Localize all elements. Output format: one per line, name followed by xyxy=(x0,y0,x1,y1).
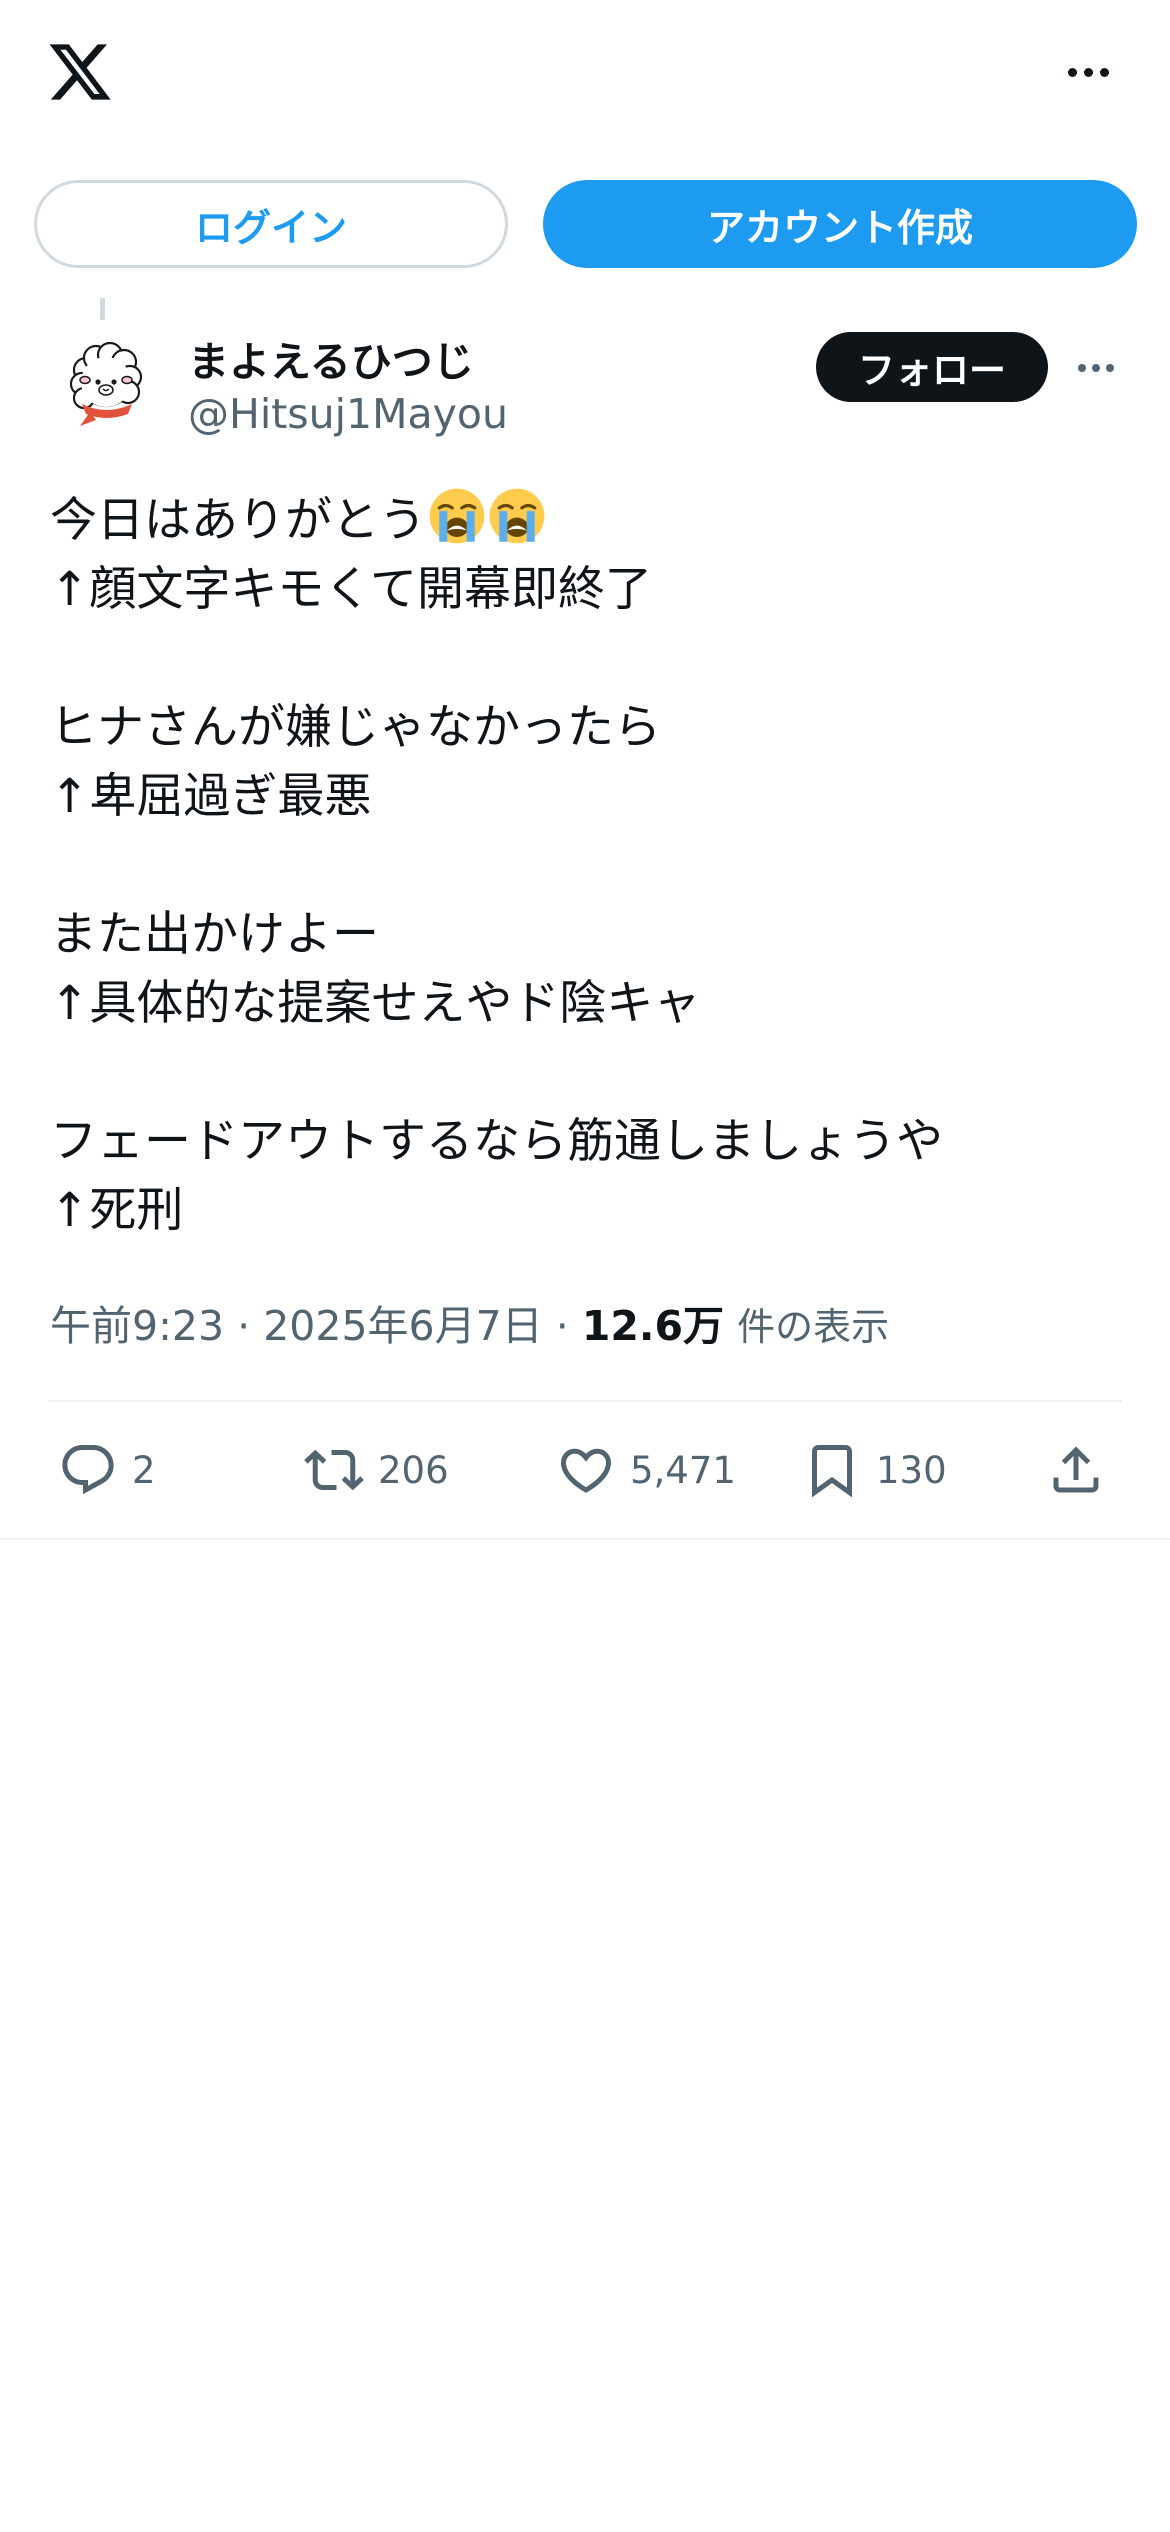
heart-icon xyxy=(560,1448,612,1493)
follow-button[interactable]: フォロー xyxy=(816,332,1048,402)
user-handle[interactable]: @Hitsuj1Mayou xyxy=(188,390,508,438)
views-label: 件の表示 xyxy=(737,1305,890,1349)
tweet-line: ヒナさんが嫌じゃなかったら xyxy=(50,700,661,755)
tweet-line: ↑死刑 xyxy=(50,1183,184,1238)
reply-button[interactable]: 2 xyxy=(58,1420,156,1520)
tweet-line: フェードアウトするなら筋通しましょうや xyxy=(50,1114,943,1169)
tweet-line: ↑卑屈過ぎ最悪 xyxy=(50,769,372,824)
meta-separator: · xyxy=(237,1302,251,1350)
bookmark-count: 130 xyxy=(876,1448,947,1492)
tweet-line xyxy=(50,624,1130,693)
tweet-line xyxy=(50,1038,1130,1107)
thread-connector-line xyxy=(100,298,105,320)
reply-icon xyxy=(62,1445,114,1495)
like-button[interactable]: 5,471 xyxy=(556,1420,736,1520)
login-button[interactable]: ログイン xyxy=(34,180,508,268)
tweet-meta: 午前9:23 · 2025年6月7日 · 12.6万 件の表示 xyxy=(50,1292,889,1352)
meta-separator: · xyxy=(555,1302,569,1350)
action-bar: 2 206 5,471 130 xyxy=(0,1420,1170,1520)
avatar[interactable] xyxy=(52,330,160,438)
tweet-more-icon[interactable] xyxy=(1068,350,1124,386)
tweet-line xyxy=(50,831,1130,900)
like-count: 5,471 xyxy=(630,1448,736,1492)
tweet-date[interactable]: 2025年6月7日 xyxy=(263,1302,543,1350)
retweet-count: 206 xyxy=(378,1448,449,1492)
more-options-icon[interactable] xyxy=(1058,52,1118,92)
tweet-time[interactable]: 午前9:23 xyxy=(50,1302,224,1350)
tweet-line: ↑顔文字キモくて開幕即終了 xyxy=(50,562,652,617)
retweet-icon xyxy=(304,1449,364,1491)
create-account-button[interactable]: アカウント作成 xyxy=(543,180,1137,268)
divider xyxy=(48,1400,1122,1402)
tweet-line: また出かけよー xyxy=(50,907,379,962)
share-button[interactable] xyxy=(1046,1420,1106,1520)
loudly-crying-face-icon xyxy=(428,487,486,545)
tweet-line: ↑具体的な提案せえやド陰キャ xyxy=(50,976,701,1031)
top-bar xyxy=(0,0,1170,150)
tweet-text: 今日はありがとう ↑顔文字キモくて開幕即終了 ヒナさんが嫌じゃなかったら ↑卑屈… xyxy=(50,486,1130,1245)
bookmark-button[interactable]: 130 xyxy=(802,1420,947,1520)
retweet-button[interactable]: 206 xyxy=(304,1420,449,1520)
x-logo-icon[interactable] xyxy=(46,38,114,106)
display-name[interactable]: まよえるひつじ xyxy=(188,328,474,388)
views-count: 12.6万 xyxy=(581,1302,725,1350)
share-icon xyxy=(1053,1446,1099,1493)
bookmark-icon xyxy=(812,1445,852,1498)
reply-count: 2 xyxy=(132,1448,156,1492)
divider xyxy=(0,1538,1170,1540)
sheep-avatar-icon xyxy=(69,341,143,426)
tweet-line: 今日はありがとう xyxy=(50,486,1130,555)
loudly-crying-face-icon xyxy=(488,487,546,545)
